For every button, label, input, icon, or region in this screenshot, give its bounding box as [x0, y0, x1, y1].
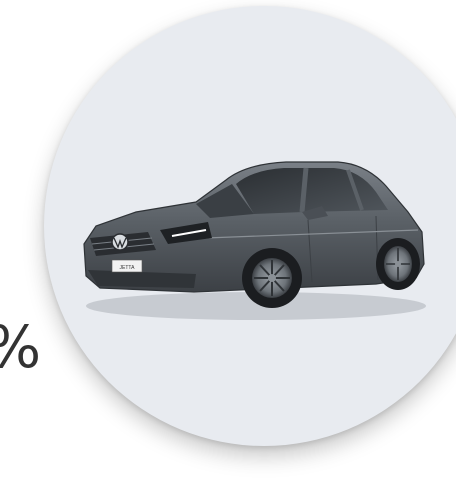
license-plate-text: JETTA — [120, 265, 136, 271]
promo-card: % — [0, 0, 456, 480]
sedan-car-image: JETTA — [83, 161, 426, 320]
discount-percent-text: % — [0, 318, 41, 376]
front-wheel — [242, 248, 302, 308]
rear-wheel — [376, 238, 420, 290]
